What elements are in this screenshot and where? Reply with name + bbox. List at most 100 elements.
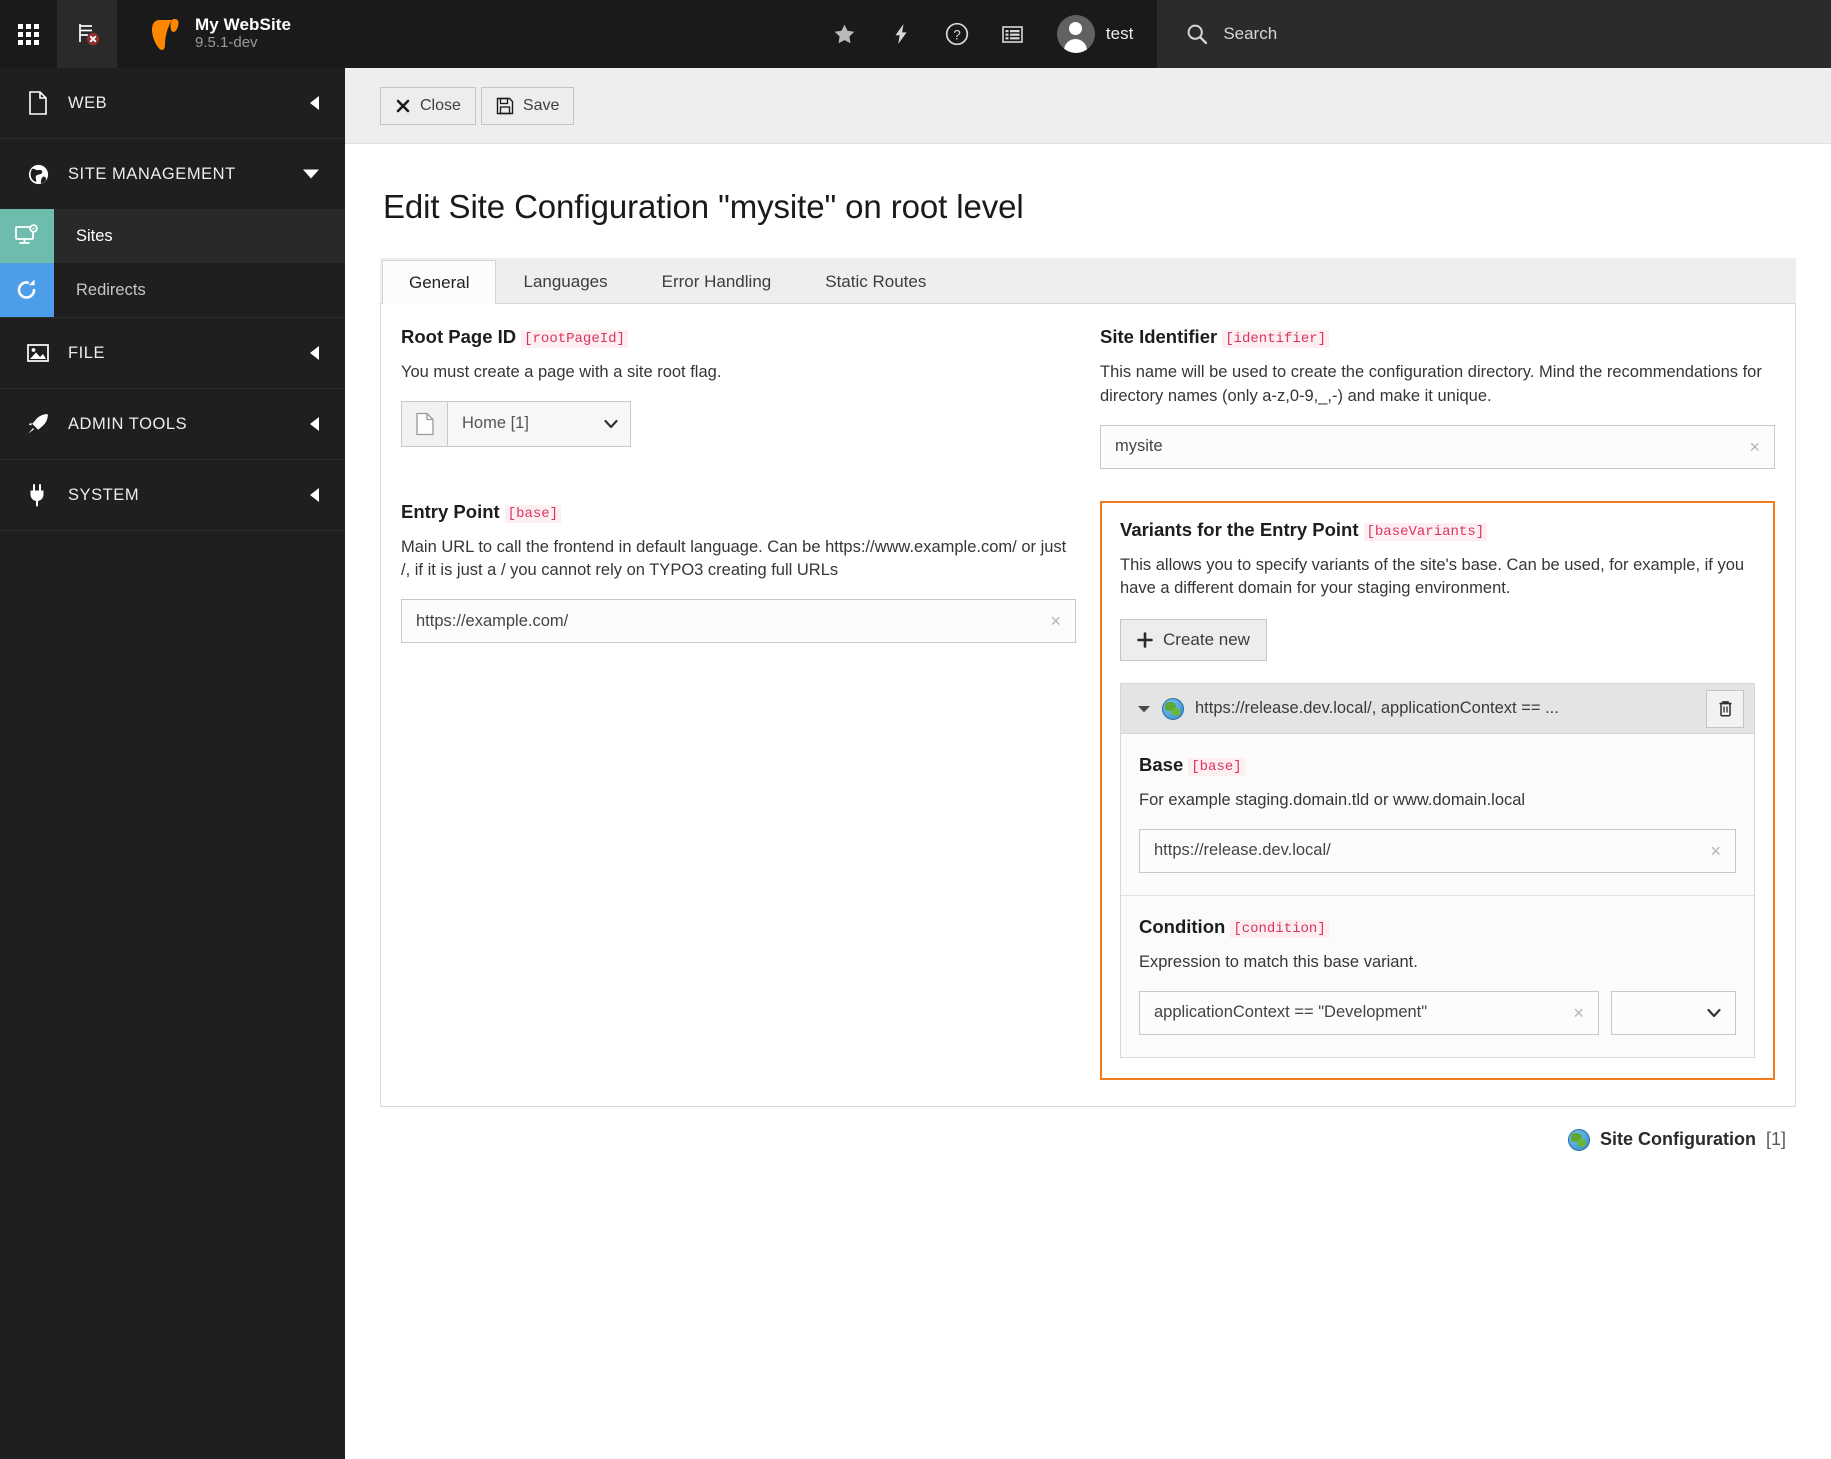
help-question-icon: ? [944,21,970,47]
site-identifier-key: [identifier] [1222,330,1330,348]
typo3-logo-icon [142,14,182,54]
globe-icon [1567,1128,1590,1151]
clear-icon[interactable]: × [1702,842,1721,860]
variant-condition-input[interactable]: applicationContext == "Development" × [1139,990,1599,1035]
nav-group-site-management: SITE MANAGEMENT Sites Redirects [0,139,345,318]
nav-group-admin-tools: ADMIN TOOLS [0,389,345,460]
help-button[interactable]: ? [929,0,985,68]
sidebar-group-label: FILE [68,343,106,362]
tab-general[interactable]: General [382,260,497,304]
search-box[interactable]: Search [1157,0,1831,68]
plug-icon [8,482,68,508]
base-variant-header[interactable]: https://release.dev.local/, applicationC… [1121,684,1754,734]
root-page-id-label-text: Root Page ID [401,326,517,347]
flash-message-button[interactable] [873,0,929,68]
base-variants-key: [baseVariants] [1363,522,1488,541]
close-icon [395,98,411,114]
field-entry-point: Entry Point [base] Main URL to call the f… [401,501,1076,1080]
clear-cache-icon [73,20,101,48]
entry-point-key: [base] [504,504,562,523]
clear-icon[interactable]: × [1741,438,1760,456]
close-label: Close [420,96,461,114]
field-base-variants: Variants for the Entry Point [baseVariant… [1100,500,1775,1080]
entry-point-input[interactable]: https://example.com/ × [401,599,1076,643]
variant-base-input[interactable]: https://release.dev.local/ × [1139,828,1736,873]
variant-condition-select[interactable] [1610,990,1736,1035]
bookmark-star-icon [832,22,857,47]
systeminformation-button[interactable] [985,0,1041,68]
create-new-variant-button[interactable]: Create new [1120,619,1267,661]
save-label: Save [522,96,560,114]
list-log-icon [1000,22,1025,47]
sidebar-item-sites[interactable]: Sites [0,209,345,263]
chevron-down-icon[interactable] [1137,704,1151,714]
clear-icon[interactable]: × [1565,1004,1584,1022]
nav-group-system: SYSTEM [0,460,345,531]
bookmark-star-button[interactable] [817,0,873,68]
redirect-refresh-icon [0,263,54,317]
tab-label: Languages [523,271,608,291]
chevron-left-icon [310,346,319,360]
clear-cache-button[interactable] [57,0,117,68]
site-logo-block[interactable]: My WebSite 9.5.1-dev [117,0,292,68]
docheader-button-group: Close Save [380,86,575,125]
variant-base-description: For example staging.domain.tld or www.do… [1139,791,1526,809]
entry-point-value: https://example.com/ [416,611,569,630]
field-site-identifier: Site Identifier [identifier] This name wi… [1100,326,1775,469]
sidebar-group-system[interactable]: SYSTEM [0,460,345,530]
form-row-top: Root Page ID [rootPageId] You must create… [401,326,1775,469]
delete-variant-button[interactable] [1706,689,1744,728]
variant-base-value: https://release.dev.local/ [1154,841,1331,860]
tab-error-handling[interactable]: Error Handling [635,259,799,303]
form-tabs: General Languages Error Handling Static … [380,258,1796,304]
user-menu-button[interactable]: test [1041,0,1157,68]
tab-panel-general: Root Page ID [rootPageId] You must create… [380,304,1796,1107]
module-menu-toggle[interactable] [0,0,57,68]
save-floppy-icon [496,97,514,115]
tab-label: General [409,272,470,292]
record-footer: Site Configuration [1] [380,1107,1796,1151]
rocket-icon [8,411,68,437]
site-identifier-value: mysite [1115,437,1163,455]
tab-static-routes[interactable]: Static Routes [798,259,953,303]
svg-text:?: ? [953,27,961,42]
sidebar-group-web[interactable]: WEB [0,68,345,138]
sidebar-group-label: SYSTEM [68,485,140,504]
root-page-id-key: [rootPageId] [521,330,628,348]
flash-bolt-icon [889,22,913,46]
toolbar-spacer [291,0,817,68]
record-type-name: Site Configuration [1599,1129,1756,1149]
variant-condition-key: [condition] [1230,919,1329,938]
clear-icon[interactable]: × [1042,612,1061,630]
field-root-page-id: Root Page ID [rootPageId] You must create… [401,326,1076,469]
root-page-id-value: Home [1] [462,414,529,433]
sidebar-group-file[interactable]: FILE [0,318,345,388]
page-title: Edit Site Configuration "mysite" on root… [383,188,1024,225]
variant-base-label: Base [base] [1139,754,1736,776]
sidebar-group-admin-tools[interactable]: ADMIN TOOLS [0,389,345,459]
record-uid: [1] [1765,1129,1786,1149]
chevron-down-icon [604,419,618,429]
close-button[interactable]: Close [380,86,476,125]
trash-icon [1716,699,1735,718]
sidebar-item-label: Redirects [76,280,146,299]
site-identifier-input[interactable]: mysite × [1100,424,1775,469]
sidebar-group-label: WEB [68,93,108,112]
chevron-down-icon [303,169,319,179]
base-variant-base-field: Base [base] For example staging.domain.tl… [1121,734,1754,896]
sidebar-group-site-management[interactable]: SITE MANAGEMENT [0,139,345,209]
chevron-down-icon [1707,1008,1721,1018]
form-row-bottom: Entry Point [base] Main URL to call the f… [401,500,1775,1080]
site-identifier-description: This name will be used to create the con… [1100,363,1762,405]
root-page-id-select[interactable]: Home [1] [401,400,631,447]
tab-languages[interactable]: Languages [496,259,634,303]
save-button[interactable]: Save [480,86,575,125]
nav-group-web: WEB [0,68,345,139]
top-toolbar: My WebSite 9.5.1-dev ? test Search [0,0,1831,68]
variant-condition-label-text: Condition [1139,915,1226,937]
page-document-icon [8,90,68,116]
root-page-id-select-control[interactable]: Home [1] [448,401,630,446]
image-file-icon [8,340,68,366]
main-content-area: Close Save Edit Site Configuration "mysi… [345,68,1831,1459]
sidebar-item-redirects[interactable]: Redirects [0,263,345,317]
